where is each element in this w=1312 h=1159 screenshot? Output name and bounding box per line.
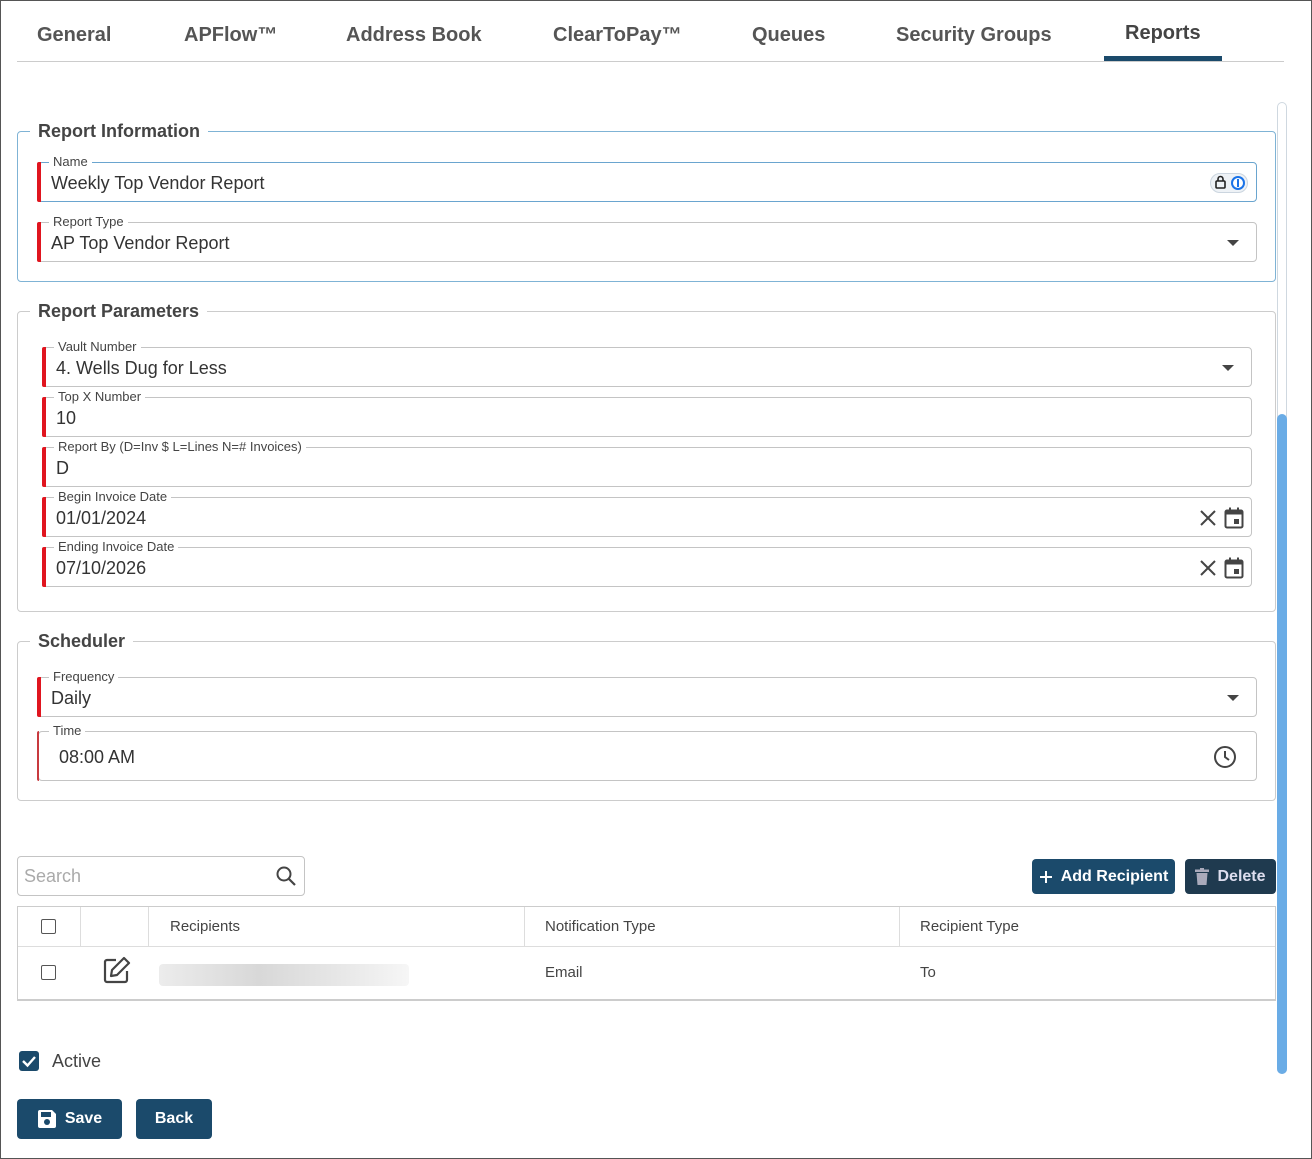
trash-icon — [1195, 868, 1210, 885]
column-header-recipients[interactable]: Recipients — [170, 918, 240, 935]
required-marker — [42, 547, 46, 587]
select-all-checkbox[interactable] — [41, 919, 56, 934]
recipient-address-redacted — [159, 964, 409, 986]
column-header-notification-type[interactable]: Notification Type — [545, 918, 656, 935]
save-label: Save — [64, 1110, 103, 1127]
save-icon — [37, 1110, 56, 1128]
edit-icon[interactable] — [103, 956, 131, 989]
notification-type-cell: Email — [545, 964, 583, 981]
required-marker — [42, 347, 46, 387]
field-label: Top X Number — [54, 390, 146, 404]
scheduler-section: Scheduler Frequency Daily Time 08:00 AM — [17, 631, 1276, 801]
report-type-value: AP Top Vendor Report — [51, 233, 230, 253]
search-icon[interactable] — [276, 866, 296, 891]
frequency-value: Daily — [51, 688, 92, 708]
report-information-section: Report Information Name Weekly Top Vendo… — [17, 121, 1276, 282]
ending-invoice-date-input[interactable]: 07/10/2026 — [56, 558, 146, 579]
report-by-input[interactable]: D — [56, 458, 69, 479]
table-header: Recipients Notification Type Recipient T… — [18, 907, 1275, 947]
scrollbar-thumb[interactable] — [1277, 414, 1287, 1074]
password-manager-icon[interactable] — [1210, 173, 1248, 198]
tab-general[interactable]: General — [37, 24, 111, 47]
name-input[interactable]: Weekly Top Vendor Report — [51, 173, 264, 194]
begin-invoice-date-field[interactable]: Begin Invoice Date 01/01/2024 — [42, 490, 1252, 537]
field-label: Time — [49, 724, 86, 738]
field-label: Vault Number — [54, 340, 141, 354]
row-checkbox[interactable] — [41, 965, 56, 980]
required-marker — [37, 162, 41, 202]
tab-reports[interactable]: Reports — [1125, 22, 1201, 45]
tab-bar: General APFlow™ Address Book ClearToPay™… — [17, 14, 1284, 62]
chevron-down-icon[interactable] — [1227, 695, 1239, 701]
field-label: Ending Invoice Date — [54, 540, 179, 554]
clear-icon[interactable] — [1199, 509, 1217, 532]
field-label: Name — [49, 155, 92, 169]
active-label: Active — [52, 1051, 102, 1071]
tab-cleartopay[interactable]: ClearToPay™ — [553, 24, 682, 47]
required-marker — [37, 731, 39, 781]
search-input[interactable] — [24, 865, 264, 887]
calendar-icon[interactable] — [1224, 557, 1244, 584]
plus-icon — [1039, 870, 1052, 883]
clear-icon[interactable] — [1199, 559, 1217, 582]
required-marker — [42, 447, 46, 487]
vault-number-value: 4. Wells Dug for Less — [56, 358, 227, 378]
frequency-select[interactable]: Frequency Daily — [37, 670, 1257, 717]
section-title: Report Parameters — [30, 301, 208, 322]
tab-apflow[interactable]: APFlow™ — [184, 24, 277, 47]
field-label: Report By (D=Inv $ L=Lines N=# Invoices) — [54, 440, 306, 454]
required-marker — [42, 497, 46, 537]
add-recipient-button[interactable]: Add Recipient — [1032, 859, 1175, 894]
recipients-table: Recipients Notification Type Recipient T… — [17, 906, 1276, 1001]
name-field[interactable]: Name Weekly Top Vendor Report — [37, 155, 1257, 202]
report-type-select[interactable]: Report Type AP Top Vendor Report — [37, 215, 1257, 262]
recipient-search[interactable] — [17, 856, 305, 896]
back-button[interactable]: Back — [136, 1099, 212, 1139]
vault-number-select[interactable]: Vault Number 4. Wells Dug for Less — [42, 340, 1252, 387]
time-input[interactable]: 08:00 AM — [59, 747, 135, 768]
section-title: Scheduler — [30, 631, 134, 652]
tab-address-book[interactable]: Address Book — [346, 24, 482, 47]
back-label: Back — [154, 1110, 194, 1127]
save-button[interactable]: Save — [17, 1099, 122, 1139]
section-title: Report Information — [30, 121, 208, 142]
top-x-number-field[interactable]: Top X Number 10 — [42, 390, 1252, 437]
field-label: Frequency — [49, 670, 119, 684]
chevron-down-icon[interactable] — [1227, 240, 1239, 246]
tab-queues[interactable]: Queues — [752, 24, 825, 47]
report-by-field[interactable]: Report By (D=Inv $ L=Lines N=# Invoices)… — [42, 440, 1252, 487]
delete-label: Delete — [1217, 867, 1266, 885]
required-marker — [37, 677, 41, 717]
chevron-down-icon[interactable] — [1222, 365, 1234, 371]
column-header-recipient-type[interactable]: Recipient Type — [920, 918, 1019, 935]
active-checkbox[interactable] — [19, 1051, 39, 1071]
calendar-icon[interactable] — [1224, 507, 1244, 534]
checkmark-icon — [22, 1056, 36, 1068]
begin-invoice-date-input[interactable]: 01/01/2024 — [56, 508, 146, 529]
report-parameters-section: Report Parameters Vault Number 4. Wells … — [17, 301, 1276, 612]
active-tab-indicator — [1104, 56, 1222, 61]
ending-invoice-date-field[interactable]: Ending Invoice Date 07/10/2026 — [42, 540, 1252, 587]
delete-button[interactable]: Delete — [1185, 859, 1276, 894]
top-x-number-input[interactable]: 10 — [56, 408, 76, 429]
field-label: Report Type — [49, 215, 128, 229]
add-recipient-label: Add Recipient — [1060, 867, 1169, 885]
required-marker — [42, 397, 46, 437]
tab-security-groups[interactable]: Security Groups — [896, 24, 1052, 47]
time-field[interactable]: Time 08:00 AM — [37, 724, 1257, 781]
recipient-type-cell: To — [920, 964, 936, 981]
clock-icon[interactable] — [1213, 745, 1237, 774]
field-label: Begin Invoice Date — [54, 490, 172, 504]
required-marker — [37, 222, 41, 262]
